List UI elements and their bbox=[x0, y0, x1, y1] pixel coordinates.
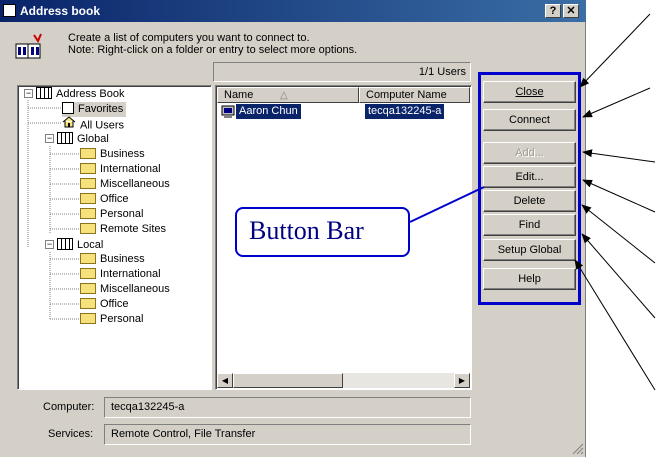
button-bar-callout: Button Bar bbox=[235, 207, 410, 257]
